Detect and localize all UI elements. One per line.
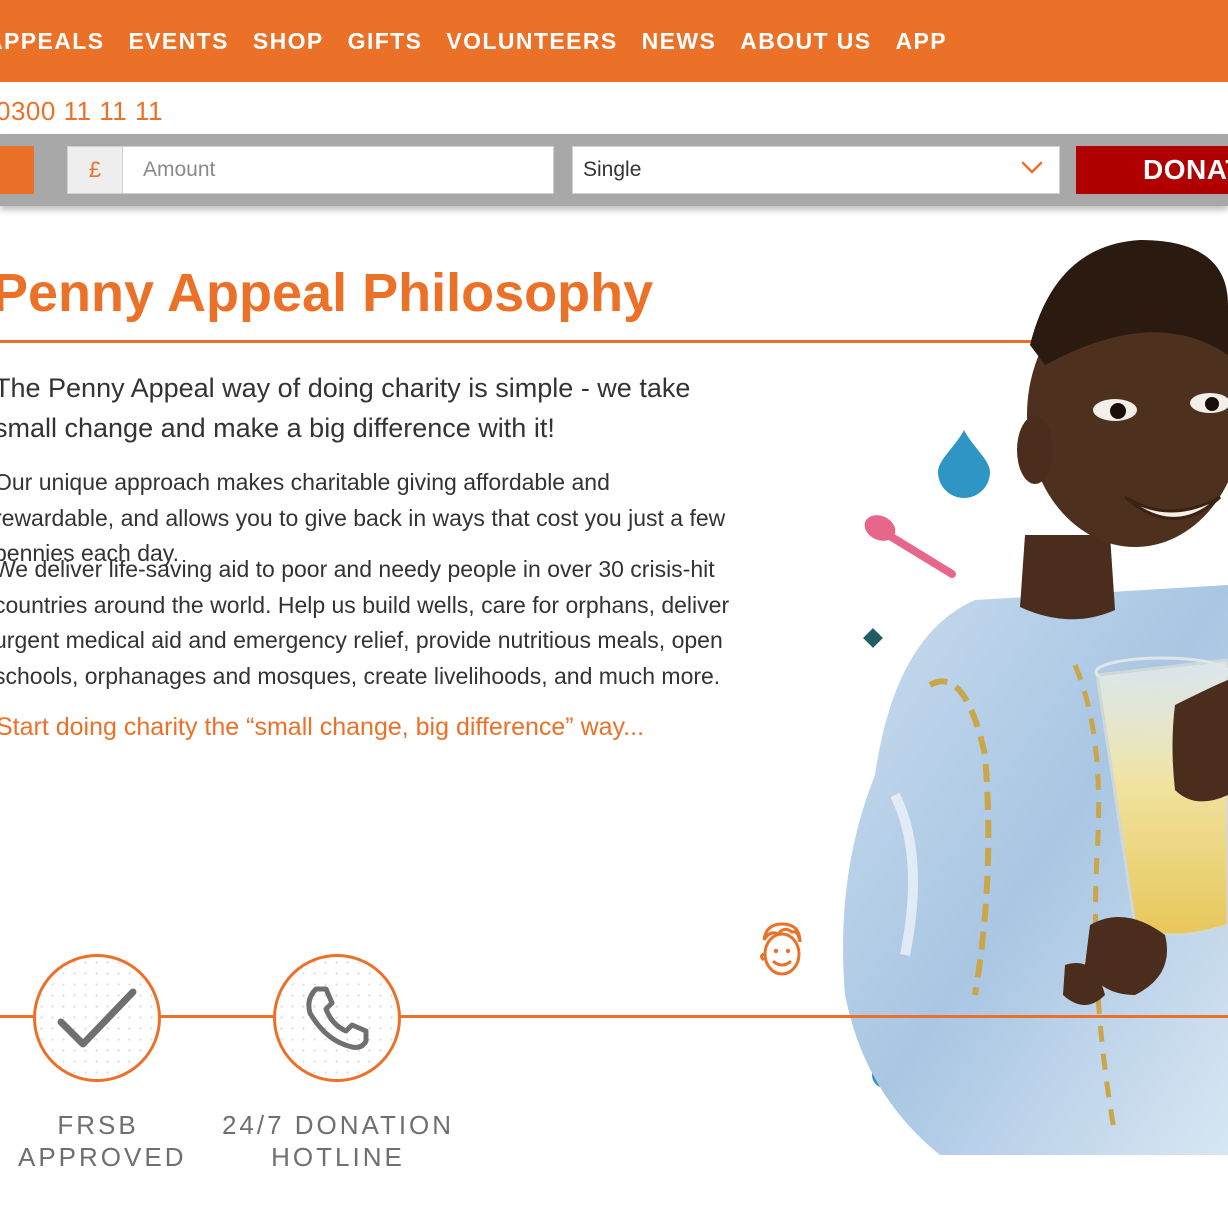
nav-item-gifts[interactable]: GIFTS	[348, 28, 423, 55]
nav-item-about-us[interactable]: ABOUT US	[740, 28, 871, 55]
hotline-badge[interactable]	[273, 954, 401, 1082]
frsb-label: FRSB APPROVED	[18, 1109, 187, 1173]
nav-item-events[interactable]: EVENTS	[128, 28, 228, 55]
nav-items: APPEALS EVENTS SHOP GIFTS VOLUNTEERS NEWS ABOU…	[0, 0, 971, 82]
frsb-badge	[33, 954, 161, 1082]
cta-link[interactable]: Start doing charity the “small change, b…	[0, 713, 644, 742]
lead-text: The Penny Appeal way of doing charity is…	[0, 373, 691, 443]
nav-item-volunteers[interactable]: VOLUNTEERS	[446, 28, 617, 55]
amount-input[interactable]	[122, 146, 554, 194]
badge-label-line: APPROVED	[18, 1142, 187, 1172]
body-paragraph: We deliver life-saving aid to poor and n…	[0, 556, 730, 689]
badge-label-line: 24/7 DONATION	[221, 1110, 455, 1140]
chevron-down-icon	[1021, 161, 1043, 174]
cartoon-face-icon	[760, 922, 802, 976]
checkmark-icon	[57, 988, 137, 1048]
donate-button[interactable]: DONATE	[1076, 146, 1228, 194]
frequency-select[interactable]: Single	[572, 146, 1060, 194]
nav-item-appeals[interactable]: APPEALS	[0, 28, 104, 55]
badge-label-line: FRSB	[57, 1110, 139, 1140]
phone-icon	[306, 986, 369, 1050]
donate-type-tab[interactable]	[0, 146, 34, 194]
badge-label-line: HOTLINE	[271, 1142, 405, 1172]
phone-number[interactable]: 0300 11 11 11	[0, 96, 163, 127]
frequency-value: Single	[583, 158, 642, 181]
currency-symbol: £	[67, 146, 123, 194]
top-navigation: APPEALS EVENTS SHOP GIFTS VOLUNTEERS NEWS ABOU…	[0, 0, 1228, 82]
badge-divider	[0, 1015, 1228, 1018]
nav-item-news[interactable]: NEWS	[642, 28, 717, 55]
hotline-label: 24/7 DONATION HOTLINE	[218, 1109, 458, 1173]
page-title: Penny Appeal Philosophy	[0, 263, 654, 323]
nav-item-shop[interactable]: SHOP	[253, 28, 324, 55]
quick-donate-bar: £ Single DONATE	[0, 134, 1228, 206]
nav-item-app[interactable]: APP	[896, 28, 948, 55]
